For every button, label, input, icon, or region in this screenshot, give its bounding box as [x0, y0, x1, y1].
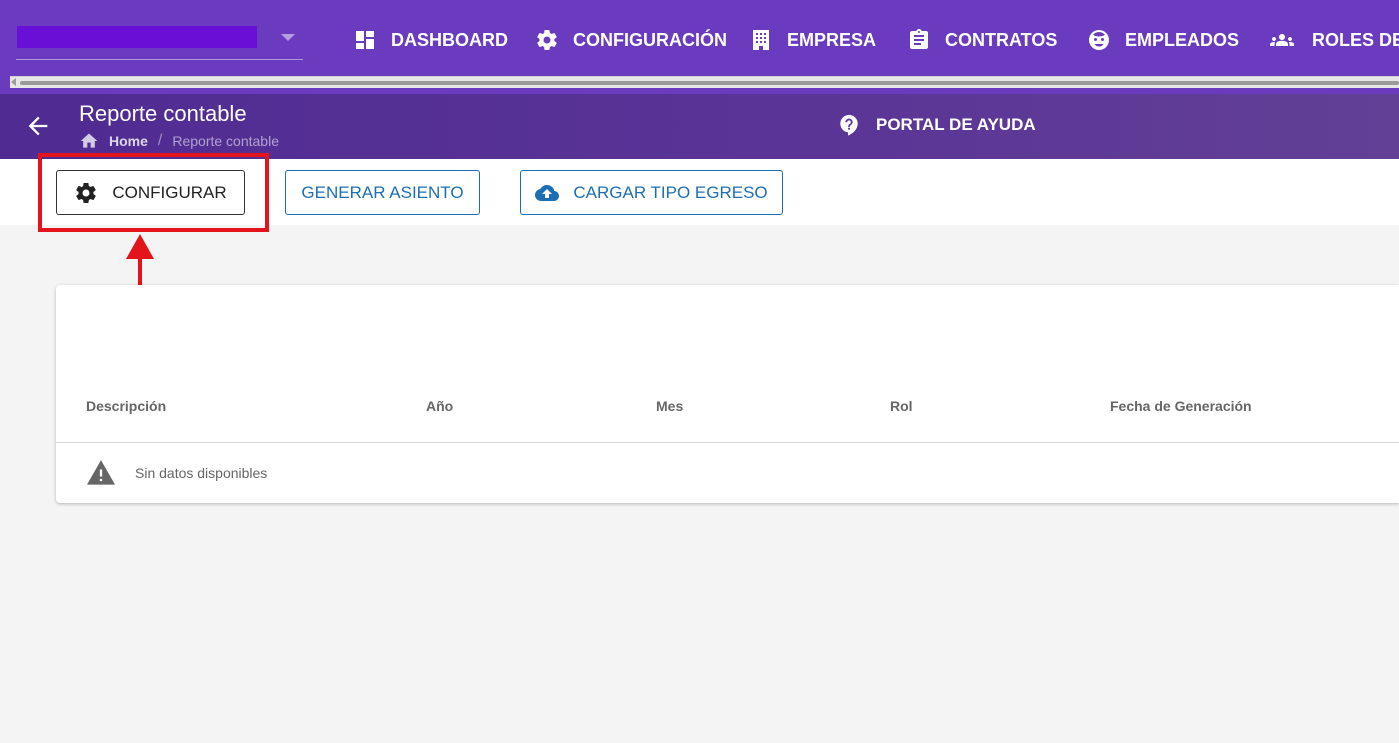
people-icon: [1270, 34, 1294, 46]
page-header: Reporte contable Home / Reporte contable…: [0, 94, 1399, 159]
top-navigation-bar: DASHBOARD CONFIGURACIÓN EMPRESA CONTRATO…: [0, 0, 1399, 94]
redacted-company-name: [17, 26, 257, 48]
cargar-tipo-egreso-label: CARGAR TIPO EGRESO: [573, 182, 768, 202]
arrow-left-icon: [28, 116, 48, 136]
nav-item-label: EMPLEADOS: [1125, 29, 1240, 50]
report-table-card: Descripción Año Mes Rol Fecha de Generac…: [56, 285, 1399, 503]
chevron-down-icon[interactable]: [281, 34, 295, 41]
nav-item-label: CONTRATOS: [945, 29, 1058, 50]
nav-item-dashboard[interactable]: DASHBOARD: [353, 24, 508, 56]
help-portal-link[interactable]: PORTAL DE AYUDA: [838, 114, 1036, 136]
column-header-descripcion[interactable]: Descripción: [86, 398, 166, 414]
nav-item-empresa[interactable]: EMPRESA: [749, 24, 876, 56]
column-header-anio[interactable]: Año: [426, 398, 453, 414]
company-select[interactable]: [16, 14, 303, 60]
help-icon: [840, 114, 858, 136]
gear-icon: [76, 182, 97, 203]
nav-item-label: EMPRESA: [787, 29, 877, 50]
nav-item-configuracion[interactable]: CONFIGURACIÓN: [535, 24, 727, 56]
nav-item-roles[interactable]: ROLES DE P: [1266, 24, 1399, 56]
column-header-rol[interactable]: Rol: [890, 398, 913, 414]
scrollbar-thumb[interactable]: [20, 81, 1399, 85]
nav-item-label: DASHBOARD: [391, 29, 508, 50]
generar-asiento-button[interactable]: GENERAR ASIENTO: [285, 170, 480, 215]
help-portal-label: PORTAL DE AYUDA: [876, 115, 1036, 134]
nav-horizontal-scrollbar[interactable]: [10, 76, 1399, 88]
gear-icon: [537, 30, 557, 51]
face-icon: [1089, 30, 1109, 50]
breadcrumb: Home / Reporte contable: [79, 131, 279, 151]
page-title: Reporte contable: [79, 101, 247, 126]
action-toolbar: CONFIGURAR GENERAR ASIENTO CARGAR TIPO E…: [0, 159, 1399, 225]
column-header-mes[interactable]: Mes: [656, 398, 683, 414]
clipboard-icon: [910, 29, 928, 49]
configurar-button[interactable]: CONFIGURAR: [56, 170, 245, 215]
nav-item-contratos[interactable]: CONTRATOS: [907, 24, 1057, 56]
scroll-left-arrow-icon[interactable]: [11, 78, 16, 86]
empty-state-row: Sin datos disponibles: [56, 443, 1399, 503]
back-button[interactable]: [24, 112, 52, 140]
breadcrumb-current: Reporte contable: [172, 133, 279, 149]
nav-item-label: CONFIGURACIÓN: [573, 29, 727, 50]
configurar-label: CONFIGURAR: [112, 182, 227, 202]
nav-item-empleados[interactable]: EMPLEADOS: [1087, 24, 1239, 56]
building-icon: [753, 30, 769, 50]
cargar-tipo-egreso-button[interactable]: CARGAR TIPO EGRESO: [520, 170, 783, 215]
warning-icon: [87, 460, 115, 485]
breadcrumb-separator: /: [157, 132, 163, 149]
nav-item-label: ROLES DE P: [1312, 29, 1399, 50]
table-header: Descripción Año Mes Rol Fecha de Generac…: [56, 385, 1399, 443]
empty-state-message: Sin datos disponibles: [135, 465, 268, 481]
generar-asiento-label: GENERAR ASIENTO: [301, 182, 464, 202]
column-header-fecha-generacion[interactable]: Fecha de Generación: [1110, 398, 1252, 414]
breadcrumb-home-link[interactable]: Home: [109, 133, 148, 149]
cloud-upload-icon: [535, 184, 560, 201]
home-icon: [80, 133, 98, 148]
dashboard-icon: [356, 31, 374, 49]
